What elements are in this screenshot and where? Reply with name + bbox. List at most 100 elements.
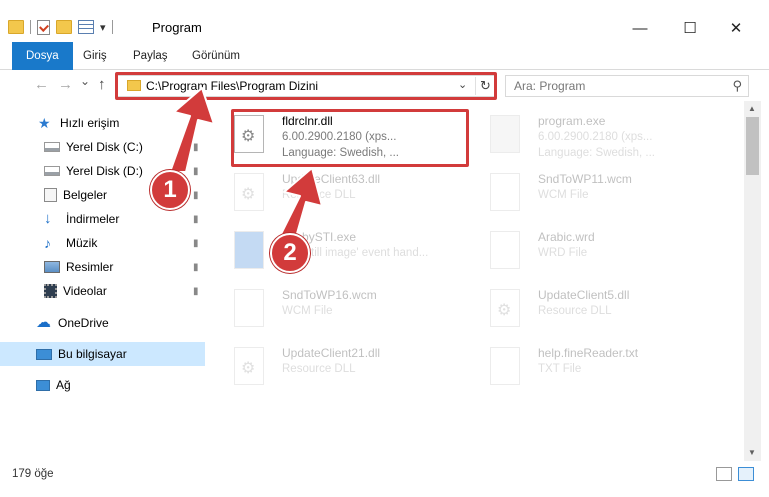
- network-icon: [36, 379, 50, 391]
- download-icon: ↓: [44, 210, 52, 227]
- file-type: WCM File: [538, 189, 589, 201]
- large-icons-view-icon[interactable]: [738, 467, 754, 481]
- file-name: Arabic.wrd: [538, 230, 595, 244]
- file-language: Language: Swedish, ...: [538, 147, 655, 159]
- file-item-arabic-wrd[interactable]: Arabic.wrd WRD File: [472, 223, 712, 279]
- recent-locations-chevron-icon[interactable]: ⌄: [80, 74, 90, 88]
- file-type: Resource DLL: [282, 189, 356, 201]
- status-bar: 179 öğe: [0, 461, 769, 497]
- sidebar-item-label: Videolar: [63, 284, 107, 298]
- maximize-icon: ☐: [683, 20, 697, 37]
- pin-icon: ▮: [193, 165, 199, 177]
- drive-icon: [44, 166, 60, 176]
- divider: [30, 20, 31, 34]
- sidebar-item-onedrive[interactable]: ☁ OneDrive: [0, 311, 205, 335]
- pin-icon: ▮: [193, 213, 199, 225]
- sidebar-item-downloads[interactable]: ↓ İndirmeler ▮: [0, 207, 205, 231]
- dll-file-icon: [234, 173, 264, 211]
- sidebar-item-label: Ağ: [56, 378, 71, 392]
- pin-icon: ▮: [193, 189, 199, 201]
- sidebar-item-music[interactable]: ♪ Müzik ▮: [0, 231, 205, 255]
- tab-paylas[interactable]: Paylaş: [133, 42, 168, 70]
- file-type: Resource DLL: [538, 305, 612, 317]
- pin-icon: ▮: [193, 141, 199, 153]
- sidebar-item-videos[interactable]: Videolar ▮: [0, 279, 205, 303]
- sidebar-item-quick-access[interactable]: ★ Hızlı erişim: [0, 111, 205, 135]
- new-folder-icon[interactable]: [56, 20, 72, 34]
- back-arrow-icon[interactable]: ←: [34, 76, 49, 93]
- vertical-scrollbar[interactable]: ▲ ▼: [744, 101, 761, 461]
- music-icon: ♪: [44, 235, 51, 251]
- file-item-lobbysti[interactable]: LobbySTI.exe STI 'still image' event han…: [216, 223, 456, 279]
- tab-giris[interactable]: Giriş: [83, 42, 107, 70]
- sidebar-item-label: Müzik: [66, 236, 98, 250]
- sidebar-item-this-pc[interactable]: Bu bilgisayar: [0, 342, 205, 366]
- navigation-pane: ★ Hızlı erişim Yerel Disk (C:) ▮ Yerel D…: [0, 101, 208, 461]
- text-file-icon: [490, 347, 520, 385]
- exe-file-icon: [234, 231, 264, 269]
- file-item-help-finereader[interactable]: help.fineReader.txt TXT File: [472, 339, 712, 395]
- step-1-badge: 1: [150, 170, 190, 210]
- file-item-updateclient5[interactable]: UpdateClient5.dll Resource DLL: [472, 281, 712, 337]
- up-arrow-icon[interactable]: ↑: [98, 76, 106, 93]
- scroll-down-arrow-icon[interactable]: ▼: [748, 448, 756, 457]
- search-icon[interactable]: ⚲: [732, 78, 742, 94]
- close-icon: ✕: [729, 20, 743, 37]
- pin-icon: ▮: [193, 285, 199, 297]
- minimize-icon: —: [632, 19, 648, 37]
- file-icon: [490, 231, 520, 269]
- file-name: UpdateClient5.dll: [538, 288, 630, 302]
- sidebar-item-label: İndirmeler: [66, 212, 120, 226]
- file-type: WRD File: [538, 247, 588, 259]
- file-name: SndToWP11.wcm: [538, 172, 632, 186]
- search-placeholder: Ara: Program: [514, 79, 586, 93]
- customize-toolbar-chevron-icon[interactable]: ▾: [100, 21, 106, 34]
- sidebar-item-local-disk-c[interactable]: Yerel Disk (C:) ▮: [0, 135, 205, 159]
- scrollbar-thumb[interactable]: [746, 117, 759, 175]
- file-item-program-exe[interactable]: program.exe 6.00.2900.2180 (xps... Langu…: [472, 107, 712, 163]
- tab-dosya[interactable]: Dosya: [12, 42, 73, 70]
- step-2-badge: 2: [270, 233, 310, 273]
- sidebar-item-label: Yerel Disk (D:): [66, 164, 143, 178]
- file-name: SndToWP16.wcm: [282, 288, 377, 302]
- navigation-bar: ← → ⌄ ↑ C:\Program Files\Program Dizini …: [0, 71, 769, 101]
- scroll-up-arrow-icon[interactable]: ▲: [748, 104, 756, 113]
- quick-access-toolbar: ▾: [8, 16, 113, 38]
- properties-check-icon[interactable]: [37, 19, 50, 35]
- maximize-button[interactable]: ☐: [667, 14, 713, 42]
- file-item-updateclient21[interactable]: UpdateClient21.dll Resource DLL: [216, 339, 456, 395]
- file-name: help.fineReader.txt: [538, 346, 639, 360]
- file-version: 6.00.2900.2180 (xps...: [538, 131, 653, 143]
- file-item-sndtowp16[interactable]: SndToWP16.wcm WCM File: [216, 281, 456, 337]
- details-view-icon[interactable]: [716, 467, 732, 481]
- title-bar: ▾ Program — ☐ ✕: [0, 0, 769, 42]
- file-icon: [490, 173, 520, 211]
- file-type: WCM File: [282, 305, 333, 317]
- file-item-updateclient63[interactable]: UpdateClient63.dll Resource DLL: [216, 165, 456, 221]
- tab-gorunum[interactable]: Görünüm: [192, 42, 240, 70]
- sidebar-item-pictures[interactable]: Resimler ▮: [0, 255, 205, 279]
- computer-icon: [36, 348, 52, 360]
- search-input[interactable]: Ara: Program ⚲: [505, 75, 749, 97]
- properties-icon[interactable]: [78, 20, 94, 34]
- exe-file-icon: [490, 115, 520, 153]
- file-type: TXT File: [538, 363, 582, 375]
- minimize-button[interactable]: —: [617, 14, 663, 42]
- videos-icon: [44, 284, 57, 298]
- sidebar-item-label: OneDrive: [58, 316, 109, 330]
- file-item-sndtowp11[interactable]: SndToWP11.wcm WCM File: [472, 165, 712, 221]
- close-button[interactable]: ✕: [713, 14, 759, 42]
- forward-arrow-icon[interactable]: →: [58, 76, 73, 93]
- sidebar-item-network[interactable]: Ağ: [0, 373, 205, 397]
- sidebar-item-label: Belgeler: [63, 188, 108, 202]
- drive-icon: [44, 142, 60, 152]
- file-name: UpdateClient21.dll: [282, 346, 381, 360]
- item-count: 179 öğe: [12, 468, 54, 480]
- pictures-icon: [44, 261, 60, 273]
- documents-icon: [44, 188, 57, 202]
- ribbon-tabs: Dosya Giriş Paylaş Görünüm: [0, 42, 769, 70]
- folder-icon[interactable]: [8, 20, 24, 34]
- dll-file-icon: [490, 289, 520, 327]
- sidebar-item-label: Bu bilgisayar: [58, 347, 127, 361]
- file-name: UpdateClient63.dll: [282, 172, 381, 186]
